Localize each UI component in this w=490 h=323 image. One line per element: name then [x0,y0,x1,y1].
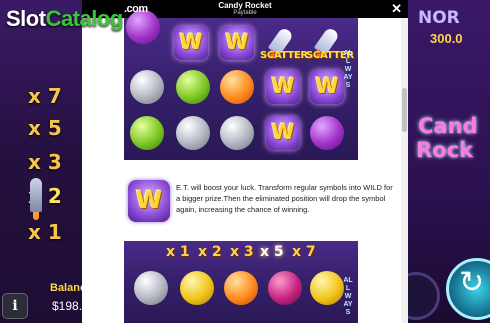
all-ways-label: ALL WAYS [343,277,353,316]
purple-candy-symbol [310,116,344,150]
wild-symbol-icon: W [220,26,254,60]
all-ways-label: ALL WAYS [343,50,353,89]
orange-candy-symbol [220,70,254,104]
green-candy-symbol [130,116,164,150]
silver-candy-symbol [220,116,254,150]
magenta-candy-symbol [268,271,302,305]
wild-symbol-icon: W [310,70,344,104]
wild-symbol-icon: W [174,26,208,60]
site-watermark-logo: SlotCatalog .com [6,3,148,31]
multiplier-example-grid: x 1 x 2 x 3 x 5 x 7 ALL WAYS [124,241,358,323]
win-label: NOR [418,8,460,28]
info-icon: i [12,298,18,314]
silver-candy-symbol [130,70,164,104]
green-candy-symbol [176,70,210,104]
wild-symbol-icon: W [128,180,170,222]
info-button[interactable]: i [2,293,28,319]
multiplier-value: x 3 [230,244,254,260]
rocket-icon [30,178,42,220]
wild-symbol-icon: W [266,70,300,104]
paytable-example-grid: W W SCATTER SCATTER ALL WAYS W W W [124,10,358,160]
wild-symbol-icon: W [266,116,300,150]
multiplier-value: x 7 [292,244,316,260]
win-value: 300.0 [430,31,463,46]
orange-candy-symbol [224,271,258,305]
side-multiplier: x 1 [28,220,62,244]
side-multiplier: x 3 [28,150,62,174]
silver-candy-symbol [134,271,168,305]
silver-candy-symbol [176,116,210,150]
paytable-modal: Candy Rocket Paytable ✕ W W SCATTER SCAT… [82,0,408,323]
scrollbar-thumb[interactable] [402,88,407,132]
multiplier-value-active: x 5 [260,244,284,260]
balance-label: Balanc [50,282,87,294]
side-multiplier: x 7 [28,84,62,108]
multiplier-value: x 1 [166,244,190,260]
scrollbar-track[interactable] [401,18,408,323]
game-logo: Cand Rock [416,114,478,162]
wild-description: E.T. will boost your luck. Transform reg… [176,183,393,214]
side-multiplier: x 5 [28,116,62,140]
close-icon[interactable]: ✕ [391,1,402,17]
yellow-candy-symbol [310,271,344,305]
multiplier-value: x 2 [198,244,222,260]
purple-candy-symbol [126,10,160,44]
yellow-candy-symbol [180,271,214,305]
scatter-label: SCATTER [260,50,308,61]
multiplier-row: x 1 x 2 x 3 x 5 x 7 [124,243,358,263]
